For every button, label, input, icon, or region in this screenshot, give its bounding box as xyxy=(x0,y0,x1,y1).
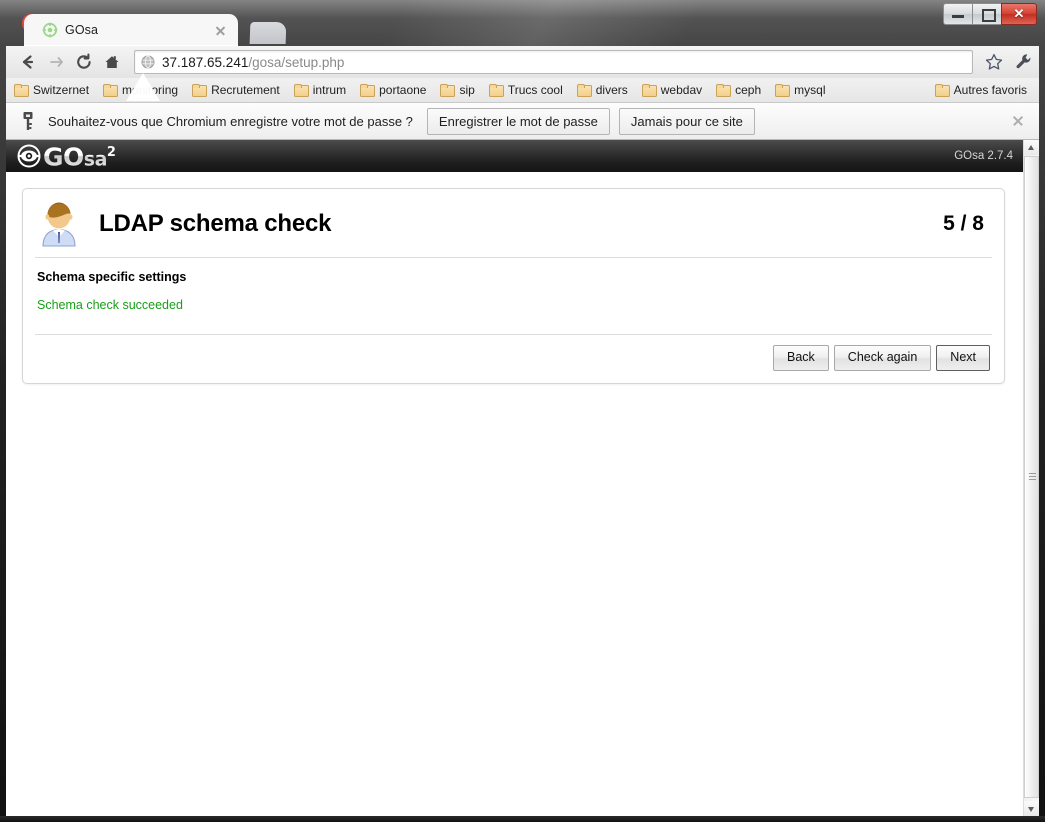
bookmark-label: monitoring xyxy=(122,83,179,97)
gosa-eye-icon xyxy=(17,144,41,168)
url-text: 37.187.65.241/gosa/setup.php xyxy=(162,55,344,70)
folder-icon xyxy=(192,84,208,97)
bookmark-label: Switzernet xyxy=(33,83,90,97)
bookmark-switzernet[interactable]: Switzernet xyxy=(8,80,95,100)
bookmark-divers[interactable]: divers xyxy=(571,80,634,100)
restore-icon xyxy=(982,9,996,22)
bookmark-label: sip xyxy=(459,83,475,97)
setup-step-panel: LDAP schema check 5 / 8 Schema specific … xyxy=(22,188,1005,384)
url-host: 37.187.65.241 xyxy=(162,54,249,70)
page-scrollbar[interactable] xyxy=(1023,140,1039,816)
bookmark-label: Recrutement xyxy=(211,83,280,97)
restore-button[interactable] xyxy=(972,3,1002,25)
new-tab-button[interactable] xyxy=(249,22,287,44)
close-window-button[interactable]: ✕ xyxy=(1001,3,1037,25)
folder-icon xyxy=(716,84,732,97)
save-password-button[interactable]: Enregistrer le mot de passe xyxy=(426,107,610,135)
chevron-up-icon xyxy=(1028,145,1034,150)
bookmark-trucs-cool[interactable]: Trucs cool xyxy=(483,80,569,100)
reload-button[interactable] xyxy=(70,48,98,76)
bookmark-label: Trucs cool xyxy=(507,83,563,97)
folder-icon xyxy=(576,84,592,97)
tab-strip: GOsa ✕ xyxy=(0,0,1045,50)
infobar-message: Souhaitez-vous que Chromium enregistre v… xyxy=(48,113,413,129)
step-counter: 5 / 8 xyxy=(943,212,984,235)
window-bottom-edge xyxy=(0,816,1045,822)
folder-icon xyxy=(293,84,309,97)
check-again-button[interactable]: Check again xyxy=(833,345,932,371)
bookmark-label: mysql xyxy=(794,83,826,97)
bookmark-label: webdav xyxy=(660,83,703,97)
user-icon xyxy=(37,201,81,247)
bookmark-star-button[interactable] xyxy=(979,48,1009,76)
folder-icon xyxy=(103,84,119,97)
gosa-wordmark: GOsa2 xyxy=(43,140,115,172)
scroll-up-button[interactable] xyxy=(1024,140,1039,155)
never-for-this-site-button[interactable]: Jamais pour ce site xyxy=(618,107,755,135)
back-button[interactable]: Back xyxy=(773,345,829,371)
globe-icon xyxy=(141,55,155,69)
gosa-favicon xyxy=(42,22,58,38)
home-button[interactable] xyxy=(98,48,126,76)
gosa-logo: GOsa2 xyxy=(17,140,115,172)
url-path: /gosa/setup.php xyxy=(248,54,345,70)
minimize-button[interactable] xyxy=(943,3,973,25)
section-label: Schema specific settings xyxy=(37,270,187,284)
back-button[interactable] xyxy=(14,48,42,76)
forward-button[interactable] xyxy=(42,48,70,76)
panel-body: Schema specific settings Schema check su… xyxy=(23,258,1004,334)
scrollbar-thumb[interactable] xyxy=(1024,156,1039,798)
gosa-version-label: GOsa 2.7.4 xyxy=(954,150,1013,162)
panel-header: LDAP schema check 5 / 8 xyxy=(23,189,1004,257)
browser-toolbar: 37.187.65.241/gosa/setup.php xyxy=(6,46,1039,78)
bookmark-monitoring[interactable]: monitoring xyxy=(97,80,184,100)
close-tab-icon[interactable] xyxy=(212,22,228,38)
folder-icon xyxy=(934,84,950,97)
bookmark-label: ceph xyxy=(735,83,762,97)
bookmark-sip[interactable]: sip xyxy=(434,80,480,100)
bookmark-recrutement[interactable]: Recrutement xyxy=(186,80,286,100)
folder-icon xyxy=(440,84,456,97)
bookmark-label: Autres favoris xyxy=(953,83,1027,97)
bookmark-label: portaone xyxy=(379,83,427,97)
other-bookmarks-folder[interactable]: Autres favoris xyxy=(929,80,1033,100)
page-viewport: GOsa2 GOsa 2.7.4 LDAP schema check 5 / 8… xyxy=(6,140,1039,816)
bookmark-mysql[interactable]: mysql xyxy=(769,80,831,100)
key-icon xyxy=(20,111,36,131)
password-save-infobar: Souhaitez-vous que Chromium enregistre v… xyxy=(6,103,1039,140)
close-infobar-icon[interactable] xyxy=(1011,114,1025,128)
folder-icon xyxy=(488,84,504,97)
address-bar[interactable]: 37.187.65.241/gosa/setup.php xyxy=(134,50,973,74)
schema-check-status: Schema check succeeded xyxy=(37,298,183,312)
window-controls: ✕ xyxy=(943,3,1037,25)
folder-icon xyxy=(14,84,29,97)
scroll-down-button[interactable] xyxy=(1024,801,1039,816)
next-button[interactable]: Next xyxy=(936,345,990,371)
browser-window: GOsa ✕ 37.187.65.241/gosa/setup.php Swit… xyxy=(0,0,1045,822)
gosa-logo-superscript: 2 xyxy=(106,144,116,160)
tab-title: GOsa xyxy=(65,23,99,37)
close-icon: ✕ xyxy=(1013,6,1025,21)
minimize-icon xyxy=(952,15,964,18)
panel-actions: Back Check again Next xyxy=(23,335,1004,383)
scrollbar-grip xyxy=(1029,473,1036,481)
gosa-logo-sa: sa xyxy=(83,148,107,171)
bookmark-label: divers xyxy=(595,83,628,97)
bookmark-ceph[interactable]: ceph xyxy=(710,80,767,100)
browser-tab[interactable]: GOsa xyxy=(24,14,238,46)
chrome-menu-button[interactable] xyxy=(1009,48,1039,76)
bookmark-intrum[interactable]: intrum xyxy=(288,80,352,100)
bookmark-webdav[interactable]: webdav xyxy=(636,80,708,100)
gosa-logo-go: GO xyxy=(43,142,84,172)
chevron-down-icon xyxy=(1028,807,1034,812)
bookmark-label: intrum xyxy=(312,83,347,97)
bookmarks-bar: Switzernet monitoring Recrutement intrum… xyxy=(6,78,1039,103)
folder-icon xyxy=(360,84,376,97)
gosa-header-bar: GOsa2 GOsa 2.7.4 xyxy=(6,140,1024,172)
bookmark-portaone[interactable]: portaone xyxy=(354,80,432,100)
folder-icon xyxy=(775,84,791,97)
page-title: LDAP schema check xyxy=(99,210,332,237)
folder-icon xyxy=(641,84,657,97)
